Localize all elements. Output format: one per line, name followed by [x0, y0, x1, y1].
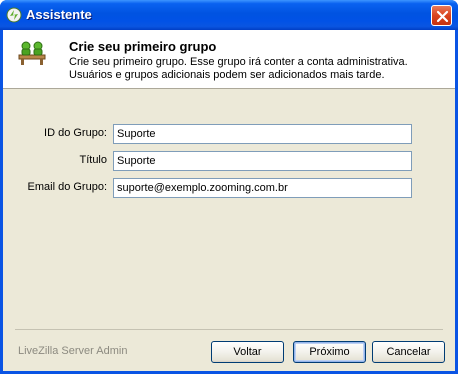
- wizard-step-description: Crie seu primeiro grupo. Esse grupo irá …: [69, 56, 408, 81]
- wizard-header: Crie seu primeiro grupo Crie seu primeir…: [3, 30, 455, 89]
- group-email-label: Email do Grupo:: [27, 181, 107, 193]
- wizard-step-title: Crie seu primeiro grupo: [69, 39, 217, 54]
- dialog-body: Crie seu primeiro grupo Crie seu primeir…: [3, 30, 455, 371]
- back-button[interactable]: Voltar: [211, 341, 284, 363]
- group-users-icon: [18, 40, 46, 66]
- window-title: Assistente: [26, 7, 92, 22]
- close-button[interactable]: [431, 5, 452, 26]
- title-label: Título: [79, 154, 107, 166]
- group-id-input[interactable]: [113, 124, 412, 144]
- next-button[interactable]: Próximo: [293, 341, 366, 363]
- title-input[interactable]: [113, 151, 412, 171]
- cancel-button[interactable]: Cancelar: [372, 341, 445, 363]
- group-id-label: ID do Grupo:: [44, 127, 107, 139]
- footer-divider: [15, 329, 443, 330]
- brand-label: LiveZilla Server Admin: [18, 345, 128, 357]
- dialog-window: Assistente Crie seu primeiro grupo Crie …: [0, 0, 458, 374]
- close-icon: [436, 10, 449, 23]
- app-icon: [6, 7, 22, 23]
- group-email-input[interactable]: [113, 178, 412, 198]
- title-bar[interactable]: Assistente: [0, 0, 458, 30]
